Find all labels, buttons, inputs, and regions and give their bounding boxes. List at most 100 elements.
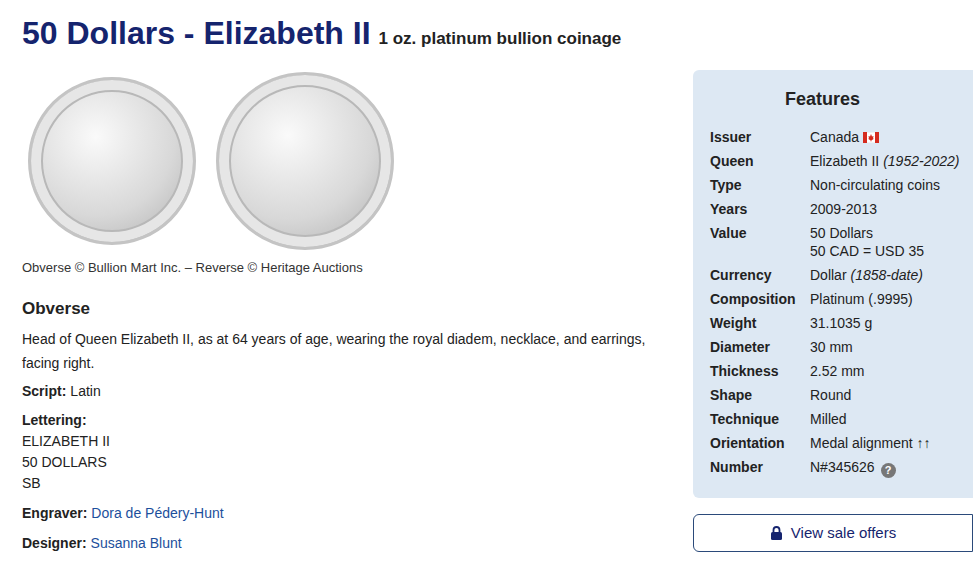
canada-flag-icon	[863, 132, 879, 143]
view-sale-offers-button[interactable]: View sale offers	[693, 514, 973, 552]
feature-value-line: Round	[810, 386, 963, 404]
credit-link[interactable]: Dora de Pédery-Hunt	[91, 505, 223, 521]
feature-value-line: Elizabeth II (1952-2022)	[810, 152, 963, 170]
feature-value-text: Platinum (.9995)	[810, 291, 913, 307]
obverse-description: Head of Queen Elizabeth II, as at 64 yea…	[22, 327, 682, 375]
feature-label: Type	[710, 176, 810, 194]
features-column: FeaturesIssuerCanadaQueenElizabeth II (1…	[693, 70, 973, 562]
feature-label: Value	[710, 224, 810, 260]
feature-row: Diameter30 mm	[710, 335, 963, 359]
feature-label: Years	[710, 200, 810, 218]
credit-field: Engraver:Dora de Pédery-Hunt	[22, 502, 682, 524]
page-subtitle: 1 oz. platinum bullion coinage	[379, 26, 622, 52]
feature-value: 2009-2013	[810, 200, 963, 218]
feature-value-text: 30 mm	[810, 339, 853, 355]
feature-value-text: Round	[810, 387, 851, 403]
feature-value: Round	[810, 386, 963, 404]
feature-row: NumberN#345626?	[710, 455, 963, 481]
main-area: Obverse © Bullion Mart Inc. – Reverse © …	[22, 70, 973, 562]
feature-value-line: Non-circulating coins	[810, 176, 963, 194]
credit-label: Engraver:	[22, 505, 87, 521]
feature-value: Non-circulating coins	[810, 176, 963, 194]
script-field: Script:Latin	[22, 381, 682, 402]
feature-row: Years2009-2013	[710, 197, 963, 221]
feature-value-text: 50 Dollars	[810, 225, 873, 241]
feature-value: Platinum (.9995)	[810, 290, 963, 308]
feature-value: Medal alignment ↑↑	[810, 434, 963, 452]
feature-value-line: 50 CAD = USD 35	[810, 242, 963, 260]
feature-label: Number	[710, 458, 810, 478]
feature-value-text: Elizabeth II	[810, 153, 879, 169]
feature-value-line: 30 mm	[810, 338, 963, 356]
feature-value-line: Platinum (.9995)	[810, 290, 963, 308]
feature-value-text: Milled	[810, 411, 847, 427]
feature-row: QueenElizabeth II (1952-2022)	[710, 149, 963, 173]
feature-value: Canada	[810, 128, 963, 146]
image-caption: Obverse © Bullion Mart Inc. – Reverse © …	[22, 258, 682, 278]
feature-value: 2.52 mm	[810, 362, 963, 380]
feature-row: OrientationMedal alignment ↑↑	[710, 431, 963, 455]
feature-value-text: (1858-date)	[850, 267, 922, 283]
script-label: Script:	[22, 383, 66, 399]
feature-value-text: 2.52 mm	[810, 363, 864, 379]
feature-value: Milled	[810, 410, 963, 428]
feature-value: 30 mm	[810, 338, 963, 356]
feature-value-text: 50 CAD = USD 35	[810, 243, 924, 259]
lettering-line: SB	[22, 473, 682, 494]
feature-row: Weight31.1035 g	[710, 311, 963, 335]
feature-value-text: 2009-2013	[810, 201, 877, 217]
feature-value-line: Canada	[810, 128, 963, 146]
lettering-line: 50 DOLLARS	[22, 452, 682, 473]
feature-value: N#345626?	[810, 458, 963, 478]
feature-value-text: Medal alignment ↑↑	[810, 435, 931, 451]
features-panel: FeaturesIssuerCanadaQueenElizabeth II (1…	[693, 70, 973, 498]
lock-icon	[770, 526, 783, 540]
feature-value-text: Canada	[810, 129, 859, 145]
obverse-image[interactable]	[28, 77, 196, 245]
feature-row: TechniqueMilled	[710, 407, 963, 431]
feature-label: Shape	[710, 386, 810, 404]
feature-value: 31.1035 g	[810, 314, 963, 332]
credit-field: Designer:Susanna Blunt	[22, 532, 682, 554]
lettering-line: ELIZABETH II	[22, 431, 682, 452]
feature-value-text: 31.1035 g	[810, 315, 872, 331]
feature-label: Issuer	[710, 128, 810, 146]
obverse-heading: Obverse	[22, 296, 682, 322]
feature-value-text: Dollar	[810, 267, 847, 283]
feature-value-text: (1952-2022)	[883, 153, 959, 169]
feature-row: ShapeRound	[710, 383, 963, 407]
feature-label: Currency	[710, 266, 810, 284]
help-icon[interactable]: ?	[881, 463, 896, 478]
feature-row: CompositionPlatinum (.9995)	[710, 287, 963, 311]
feature-label: Weight	[710, 314, 810, 332]
feature-label: Orientation	[710, 434, 810, 452]
page: 50 Dollars - Elizabeth II 1 oz. platinum …	[0, 0, 973, 562]
credit-label: Designer:	[22, 535, 87, 551]
feature-row: IssuerCanada	[710, 125, 963, 149]
feature-label: Technique	[710, 410, 810, 428]
lettering-field: Lettering:ELIZABETH II50 DOLLARSSB	[22, 410, 682, 494]
feature-value-line: 2009-2013	[810, 200, 963, 218]
feature-row: Value50 Dollars 50 CAD = USD 35	[710, 221, 963, 263]
feature-value-line: N#345626?	[810, 458, 963, 478]
feature-value-line: Milled	[810, 410, 963, 428]
feature-value-line: Medal alignment ↑↑	[810, 434, 963, 452]
feature-row: Thickness2.52 mm	[710, 359, 963, 383]
coin-images	[22, 70, 682, 252]
feature-label: Thickness	[710, 362, 810, 380]
feature-value-line: 2.52 mm	[810, 362, 963, 380]
page-title: 50 Dollars - Elizabeth II	[22, 14, 371, 52]
feature-value-line: 50 Dollars	[810, 224, 963, 242]
coin-details: Obverse © Bullion Mart Inc. – Reverse © …	[22, 70, 682, 562]
feature-row: CurrencyDollar (1858-date)	[710, 263, 963, 287]
feature-value-line: Dollar (1858-date)	[810, 266, 963, 284]
reverse-image[interactable]	[216, 72, 394, 250]
feature-value: 50 Dollars 50 CAD = USD 35	[810, 224, 963, 260]
feature-value-line: 31.1035 g	[810, 314, 963, 332]
feature-value: Dollar (1858-date)	[810, 266, 963, 284]
feature-label: Composition	[710, 290, 810, 308]
feature-value: Elizabeth II (1952-2022)	[810, 152, 963, 170]
feature-label: Queen	[710, 152, 810, 170]
credit-link[interactable]: Susanna Blunt	[91, 535, 182, 551]
view-sale-offers-label: View sale offers	[791, 522, 896, 545]
